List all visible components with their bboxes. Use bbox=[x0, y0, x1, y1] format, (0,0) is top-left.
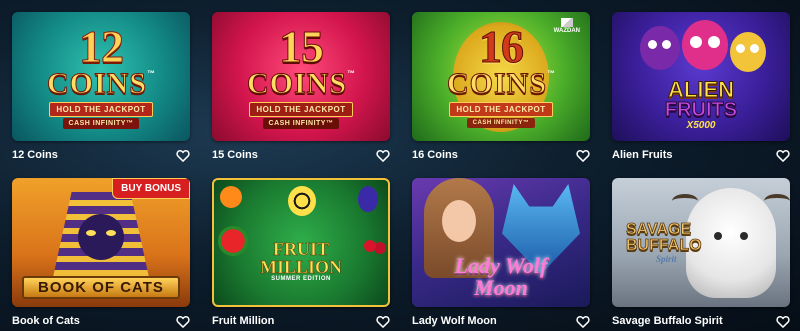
game-art-fruit-million: FRUIT MILLION SUMMER EDITION bbox=[214, 180, 388, 305]
game-title[interactable]: Alien Fruits bbox=[612, 149, 673, 161]
art-line1: HOLD THE JACKPOT bbox=[449, 102, 553, 117]
game-caption: Lady Wolf Moon bbox=[412, 313, 590, 329]
art-title2: Moon bbox=[474, 275, 528, 300]
game-card-fruit-million[interactable]: FRUIT MILLION SUMMER EDITION Fruit Milli… bbox=[212, 178, 390, 328]
game-card-12-coins[interactable]: 12 COINS ™ HOLD THE JACKPOT CASH INFINIT… bbox=[12, 12, 190, 162]
art-title3: Spirit bbox=[656, 253, 677, 264]
game-title[interactable]: Lady Wolf Moon bbox=[412, 315, 497, 327]
game-art-15-coins: 15 COINS ™ HOLD THE JACKPOT CASH INFINIT… bbox=[212, 12, 390, 141]
game-thumbnail[interactable]: Lady Wolf Moon bbox=[412, 178, 590, 307]
heart-icon[interactable] bbox=[176, 315, 190, 328]
art-title1: FRUIT bbox=[272, 238, 330, 259]
cat-face bbox=[78, 214, 124, 260]
game-caption: Fruit Million bbox=[212, 313, 390, 329]
art-title2: MILLION bbox=[259, 256, 343, 277]
heart-icon[interactable] bbox=[776, 149, 790, 162]
game-title[interactable]: 12 Coins bbox=[12, 149, 58, 161]
game-thumbnail[interactable]: BUY BONUS BOOK OF CATS bbox=[12, 178, 190, 307]
art-coins-word: COINS bbox=[246, 66, 348, 100]
game-art-lady-wolf-moon: Lady Wolf Moon bbox=[412, 178, 590, 307]
art-title2: BUFFALO bbox=[626, 236, 702, 254]
art-multiplier: X5000 bbox=[686, 120, 716, 131]
heart-icon[interactable] bbox=[576, 149, 590, 162]
art-subtitle: SUMMER EDITION bbox=[271, 275, 331, 282]
game-card-15-coins[interactable]: 15 COINS ™ HOLD THE JACKPOT CASH INFINIT… bbox=[212, 12, 390, 162]
game-thumbnail[interactable]: ALIEN FRUITS X5000 bbox=[612, 12, 790, 141]
art-line2: CASH INFINITY™ bbox=[262, 117, 340, 129]
art-line1: HOLD THE JACKPOT bbox=[49, 101, 153, 117]
game-caption: 16 Coins bbox=[412, 147, 590, 163]
game-card-book-of-cats[interactable]: BUY BONUS BOOK OF CATS Book of Cats bbox=[12, 178, 190, 328]
art-title1: SAVAGE bbox=[626, 220, 692, 238]
art-title1: Lady Wolf bbox=[454, 253, 548, 278]
game-title[interactable]: Savage Buffalo Spirit bbox=[612, 315, 723, 327]
game-caption: Savage Buffalo Spirit bbox=[612, 313, 790, 329]
heart-icon[interactable] bbox=[176, 149, 190, 162]
game-thumbnail[interactable]: WAZDAN 16 COINS ™ HOLD THE JACKPOT CASH … bbox=[412, 12, 590, 141]
game-thumbnail[interactable]: SAVAGE BUFFALO Spirit bbox=[612, 178, 790, 307]
game-thumbnail[interactable]: 12 COINS ™ HOLD THE JACKPOT CASH INFINIT… bbox=[12, 12, 190, 141]
heart-icon[interactable] bbox=[376, 315, 390, 328]
game-thumbnail[interactable]: FRUIT MILLION SUMMER EDITION bbox=[212, 178, 390, 307]
art-coins-word: COINS bbox=[46, 66, 148, 100]
art-trademark: ™ bbox=[147, 68, 156, 78]
heart-icon[interactable] bbox=[576, 315, 590, 328]
game-title[interactable]: Book of Cats bbox=[12, 315, 80, 327]
game-art-16-coins: 16 COINS ™ HOLD THE JACKPOT CASH INFINIT… bbox=[412, 12, 590, 141]
art-trademark: ™ bbox=[347, 68, 356, 78]
game-art-12-coins: 12 COINS ™ HOLD THE JACKPOT CASH INFINIT… bbox=[12, 12, 190, 141]
game-caption: Book of Cats bbox=[12, 313, 190, 329]
art-line2: CASH INFINITY™ bbox=[466, 118, 536, 128]
game-title[interactable]: Fruit Million bbox=[212, 315, 274, 327]
game-title[interactable]: 16 Coins bbox=[412, 149, 458, 161]
game-card-16-coins[interactable]: WAZDAN 16 COINS ™ HOLD THE JACKPOT CASH … bbox=[412, 12, 590, 162]
art-number: 16 bbox=[479, 21, 525, 72]
game-caption: 12 Coins bbox=[12, 147, 190, 163]
game-art-alien-fruits: ALIEN FRUITS X5000 bbox=[612, 12, 790, 141]
art-line2: CASH INFINITY™ bbox=[62, 117, 140, 129]
heart-icon[interactable] bbox=[776, 315, 790, 328]
game-art-savage-buffalo: SAVAGE BUFFALO Spirit bbox=[612, 178, 790, 307]
game-card-savage-buffalo-spirit[interactable]: SAVAGE BUFFALO Spirit Savage Buffalo Spi… bbox=[612, 178, 790, 328]
art-title2: FRUITS bbox=[664, 99, 738, 121]
art-line1: HOLD THE JACKPOT bbox=[249, 101, 353, 117]
art-title: BOOK OF CATS bbox=[22, 276, 180, 299]
game-card-alien-fruits[interactable]: ALIEN FRUITS X5000 Alien Fruits bbox=[612, 12, 790, 162]
art-number: 12 bbox=[79, 20, 125, 72]
art-trademark: ™ bbox=[547, 69, 556, 78]
buy-bonus-badge: BUY BONUS bbox=[112, 178, 190, 199]
game-card-lady-wolf-moon[interactable]: Lady Wolf Moon Lady Wolf Moon bbox=[412, 178, 590, 328]
game-title[interactable]: 15 Coins bbox=[212, 149, 258, 161]
art-number: 15 bbox=[279, 20, 325, 72]
game-caption: Alien Fruits bbox=[612, 147, 790, 163]
game-caption: 15 Coins bbox=[212, 147, 390, 163]
game-thumbnail[interactable]: 15 COINS ™ HOLD THE JACKPOT CASH INFINIT… bbox=[212, 12, 390, 141]
art-coins-word: COINS bbox=[446, 67, 548, 100]
heart-icon[interactable] bbox=[376, 149, 390, 162]
art-title1: ALIEN bbox=[668, 77, 735, 102]
